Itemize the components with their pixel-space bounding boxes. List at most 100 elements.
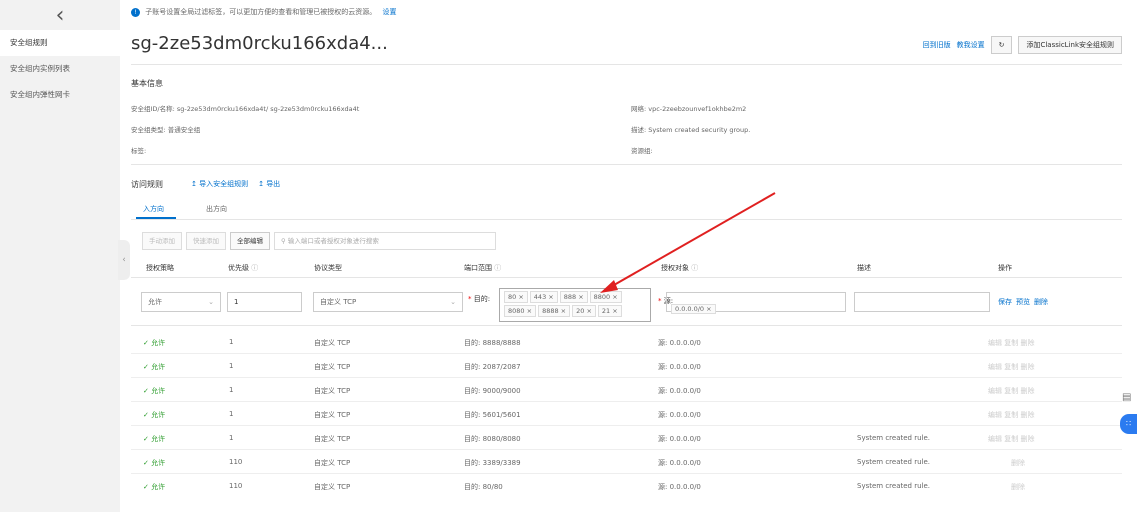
search-input[interactable]: ⚲ 输入端口或者授权对象进行搜索: [274, 232, 496, 250]
sidebar-item-instances[interactable]: 安全组内实例列表: [0, 56, 120, 82]
row-actions[interactable]: 编辑 复制 删除: [988, 434, 1034, 444]
sg-resource-group: 资源组:: [631, 147, 653, 155]
port-tag[interactable]: 8080 ×: [504, 305, 537, 317]
sidebar-item-security-rules[interactable]: 安全组规则: [0, 30, 120, 56]
port-cell: 目的: 8888/8888: [464, 339, 521, 347]
table-header: 授权策略 优先级 ⓘ 协议类型 端口范围 ⓘ 授权对象 ⓘ 描述 操作: [131, 256, 1122, 278]
manual-add-button[interactable]: 手动添加: [142, 232, 182, 250]
sg-description: 描述: System created security group.: [631, 126, 751, 134]
page-title: sg-2ze53dm0rcku166xda4...: [131, 33, 388, 54]
policy-cell: ✓ 允许: [143, 459, 166, 467]
priority-cell: 1: [229, 410, 234, 418]
tutorial-link[interactable]: 教我设置: [957, 40, 985, 50]
table-row: ✓ 允许 1 自定义 TCP 目的: 2087/2087 源: 0.0.0.0/…: [131, 354, 1122, 378]
rules-toolbar: 手动添加 快速添加 全部编辑 ⚲ 输入端口或者授权对象进行搜索: [142, 232, 496, 250]
source-cell: 源: 0.0.0.0/0: [658, 339, 701, 347]
policy-cell: ✓ 允许: [143, 387, 166, 395]
priority-cell: 1: [229, 362, 234, 370]
tip-text: 子账号设置全局过滤标签，可以更加方便的查看和管理已被授权的云资源。: [145, 8, 377, 16]
add-classiclink-button[interactable]: 添加ClassicLink安全组规则: [1018, 36, 1122, 54]
tip-bar: ! 子账号设置全局过滤标签，可以更加方便的查看和管理已被授权的云资源。 设置: [131, 4, 396, 20]
row-actions[interactable]: 编辑 复制 删除: [988, 410, 1034, 420]
edit-all-button[interactable]: 全部编辑: [230, 232, 270, 250]
protocol-cell: 自定义 TCP: [314, 435, 351, 443]
tab-outbound[interactable]: 出方向: [206, 204, 227, 214]
divider: [131, 64, 1122, 65]
port-cell: 目的: 2087/2087: [464, 363, 521, 371]
source-tags-input[interactable]: 0.0.0.0/0 ×: [666, 292, 846, 314]
header-actions: 回到旧版 教我设置 ↻ 添加ClassicLink安全组规则: [923, 36, 1122, 54]
row-actions[interactable]: 编辑 复制 删除: [988, 386, 1034, 396]
source-cell: 源: 0.0.0.0/0: [658, 435, 701, 443]
apps-grid-icon[interactable]: ∷: [1120, 414, 1137, 434]
collapse-sidebar-handle[interactable]: ‹: [118, 240, 130, 280]
delete-link[interactable]: 删除: [1034, 297, 1048, 307]
chevron-left-icon[interactable]: ‹: [0, 0, 120, 30]
port-tag[interactable]: 8800 ×: [589, 291, 622, 303]
export-link[interactable]: ↥ 导出: [258, 179, 280, 189]
protocol-select[interactable]: 自定义 TCP ⌄: [313, 292, 463, 312]
info-icon: ⓘ: [251, 264, 259, 272]
policy-cell: ✓ 允许: [143, 339, 166, 347]
quick-add-button[interactable]: 快速添加: [186, 232, 226, 250]
chevron-down-icon: ⌄: [450, 298, 456, 306]
port-tag[interactable]: 888 ×: [559, 291, 588, 303]
port-cell: 目的: 8080/8080: [464, 435, 521, 443]
port-label: * 目的:: [468, 295, 491, 303]
refresh-icon[interactable]: ↻: [990, 36, 1013, 54]
port-cell: 目的: 3389/3389: [464, 459, 521, 467]
divider: [131, 164, 1122, 165]
port-tag[interactable]: 8888 ×: [538, 305, 571, 317]
chevron-down-icon: ⌄: [208, 298, 214, 306]
info-icon: !: [131, 7, 140, 17]
port-cell: 目的: 9000/9000: [464, 387, 521, 395]
priority-cell: 1: [229, 386, 234, 394]
table-row: ✓ 允许 1 自定义 TCP 目的: 8080/8080 源: 0.0.0.0/…: [131, 426, 1122, 450]
row-actions[interactable]: 编辑 复制 删除: [988, 338, 1034, 348]
port-cell: 目的: 80/80: [464, 483, 503, 491]
col-protocol: 协议类型: [314, 264, 342, 272]
description-input[interactable]: [854, 292, 990, 312]
policy-select[interactable]: 允许 ⌄: [141, 292, 221, 312]
row-actions[interactable]: 删除: [1011, 458, 1025, 468]
sg-type: 安全组类型: 普通安全组: [131, 126, 201, 134]
basic-info-title: 基本信息: [131, 79, 163, 88]
col-port: 端口范围 ⓘ: [464, 264, 502, 272]
import-rules-link[interactable]: ↥ 导入安全组规则: [191, 179, 248, 189]
table-row: ✓ 允许 1 自定义 TCP 目的: 9000/9000 源: 0.0.0.0/…: [131, 378, 1122, 402]
row-actions[interactable]: 编辑 复制 删除: [988, 362, 1034, 372]
priority-cell: 110: [229, 482, 243, 490]
sg-id-name: 安全组ID/名称: sg-2ze53dm0rcku166xda4t/ sg-2z…: [131, 105, 360, 113]
priority-cell: 1: [229, 338, 234, 346]
tip-settings-link[interactable]: 设置: [382, 8, 396, 16]
port-tag[interactable]: 21 ×: [597, 305, 622, 317]
back-to-old-version-link[interactable]: 回到旧版: [923, 40, 951, 50]
col-priority: 优先级 ⓘ: [228, 264, 259, 272]
source-tag[interactable]: 0.0.0.0/0 ×: [671, 304, 716, 314]
description-cell: System created rule.: [857, 482, 931, 490]
protocol-cell: 自定义 TCP: [314, 363, 351, 371]
edit-row-actions: 保存 预览 删除: [998, 297, 1048, 307]
policy-cell: ✓ 允许: [143, 363, 166, 371]
edit-rule-row: 允许 ⌄ 1 自定义 TCP ⌄ * 目的: 80 × 443 × 888 × 88…: [131, 278, 1122, 326]
sidebar-item-eni[interactable]: 安全组内弹性网卡: [0, 82, 120, 108]
priority-cell: 1: [229, 434, 234, 442]
search-icon: ⚲: [281, 237, 288, 245]
port-tag[interactable]: 20 ×: [572, 305, 596, 317]
priority-input[interactable]: 1: [227, 292, 302, 312]
protocol-cell: 自定义 TCP: [314, 411, 351, 419]
port-range-tags-input[interactable]: 80 × 443 × 888 × 8800 × 8080 × 8888 × 20…: [499, 288, 651, 322]
protocol-cell: 自定义 TCP: [314, 459, 351, 467]
save-link[interactable]: 保存: [998, 297, 1012, 307]
info-icon: ⓘ: [691, 264, 699, 272]
info-icon: ⓘ: [494, 264, 502, 272]
col-source: 授权对象 ⓘ: [661, 264, 699, 272]
port-tag[interactable]: 443 ×: [529, 291, 558, 303]
sidebar: ‹ 安全组规则 安全组内实例列表 安全组内弹性网卡: [0, 0, 120, 512]
feedback-icon[interactable]: ▤: [1122, 392, 1134, 406]
rule-links: ↥ 导入安全组规则 ↥ 导出: [191, 179, 280, 189]
port-tag[interactable]: 80 ×: [504, 291, 528, 303]
row-actions[interactable]: 删除: [1011, 482, 1025, 492]
tab-inbound[interactable]: 入方向: [143, 204, 164, 214]
preview-link[interactable]: 预览: [1016, 297, 1030, 307]
